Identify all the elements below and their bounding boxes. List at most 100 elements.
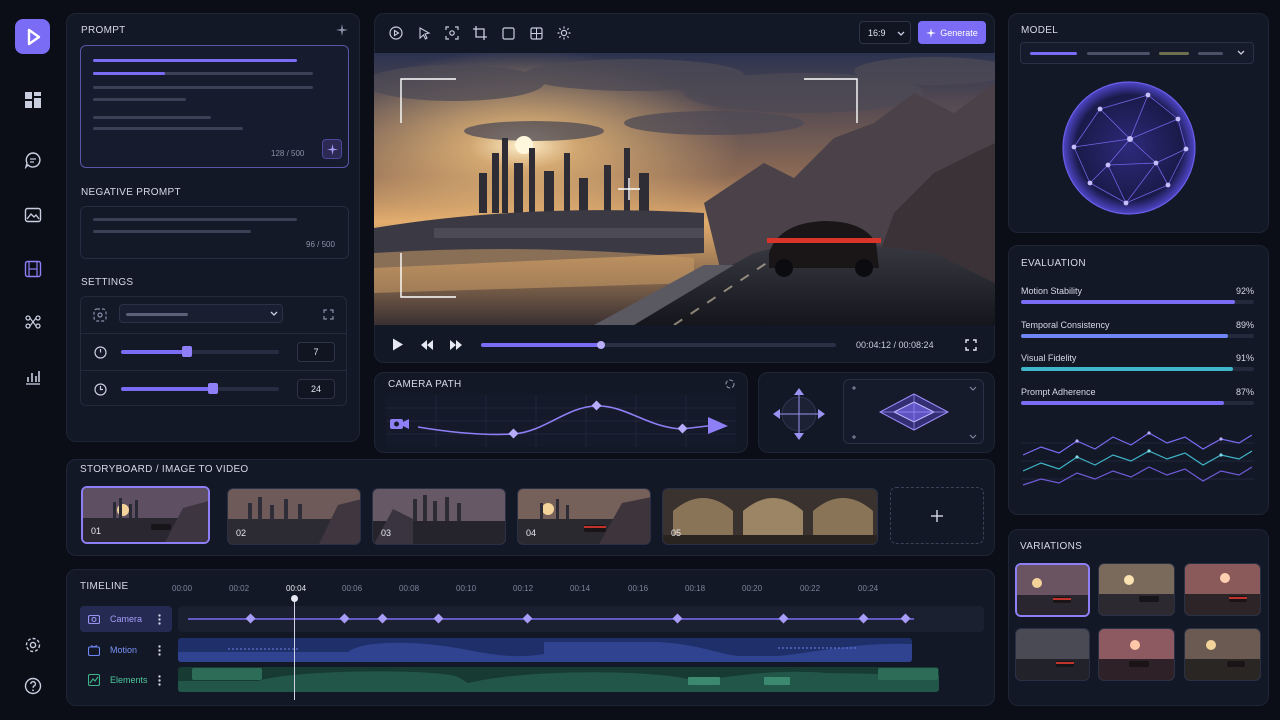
storyboard-frame[interactable]: 03: [372, 488, 506, 545]
motion-track-icon-wrap: [87, 643, 101, 657]
scrubber-handle[interactable]: [596, 341, 605, 349]
camera-path-curve: [386, 395, 736, 447]
aspect-ratio-value: 16:9: [868, 28, 886, 38]
duration-slider[interactable]: [121, 383, 279, 394]
guidance-slider[interactable]: [121, 346, 279, 357]
frame-number: 02: [236, 528, 247, 538]
guidance-slider-handle[interactable]: [182, 346, 193, 357]
rail-dashboard[interactable]: [22, 89, 44, 111]
aspect-ratio-select[interactable]: 16:9: [859, 21, 911, 44]
tool-grid[interactable]: [526, 23, 546, 43]
track-motion-menu[interactable]: [153, 643, 165, 657]
variation-thumbnail[interactable]: [1184, 563, 1261, 616]
metric-label: Temporal Consistency: [1021, 320, 1110, 330]
evaluation-sparklines: [1021, 425, 1254, 497]
guidance-value[interactable]: 7: [297, 342, 335, 362]
settings-expand-button[interactable]: [320, 306, 336, 322]
rail-image[interactable]: [22, 204, 44, 226]
camera-track[interactable]: [178, 606, 984, 632]
tool-select[interactable]: [414, 23, 434, 43]
settings-mode-icon: [91, 306, 109, 324]
elements-clips: [178, 668, 939, 692]
frame-thumbnail: [518, 489, 650, 544]
cursor-icon: [418, 26, 430, 40]
orbit-control[interactable]: [843, 379, 984, 444]
frame-number: 03: [381, 528, 392, 538]
motion-track[interactable]: [178, 638, 912, 662]
metric-bar: [1021, 334, 1254, 338]
variation-thumbnail[interactable]: [1098, 563, 1175, 616]
metric-label: Motion Stability: [1021, 286, 1083, 296]
expand-icon: [322, 308, 334, 320]
settings-icon: [25, 637, 41, 653]
variation-image: [1099, 564, 1174, 615]
settings-dropdown[interactable]: [119, 304, 283, 323]
frame-number: 04: [526, 528, 537, 538]
add-frame-button[interactable]: [890, 487, 984, 544]
storyboard-frame[interactable]: 05: [662, 488, 878, 545]
timeline-tick: 00:22: [800, 584, 821, 593]
timeline-tick: 00:14: [570, 584, 591, 593]
more-vertical-icon: [157, 644, 161, 656]
tool-focus[interactable]: [442, 23, 462, 43]
variation-thumbnail[interactable]: [1015, 563, 1090, 617]
forward-icon: [450, 340, 462, 350]
forward-button[interactable]: [448, 337, 464, 353]
rail-help[interactable]: [22, 675, 44, 697]
sparkle-button[interactable]: [334, 22, 350, 38]
track-camera-menu[interactable]: [153, 612, 165, 626]
duration-value[interactable]: 24: [297, 379, 335, 399]
track-label-elements: Elements: [110, 675, 148, 685]
track-elements-menu[interactable]: [153, 673, 165, 687]
rail-settings[interactable]: [22, 634, 44, 656]
camera-path-reset[interactable]: [723, 377, 737, 391]
model-select[interactable]: [1020, 42, 1254, 64]
sparkle-icon: [926, 27, 937, 38]
direction-pad[interactable]: [770, 385, 828, 443]
generate-button[interactable]: Generate: [918, 21, 986, 44]
tool-crop[interactable]: [470, 23, 490, 43]
timeline-tick: 00:12: [513, 584, 534, 593]
tool-light[interactable]: [554, 23, 574, 43]
rewind-icon: [421, 340, 433, 350]
frame-icon: [501, 26, 515, 40]
variation-thumbnail[interactable]: [1098, 628, 1175, 681]
fullscreen-icon: [965, 339, 977, 351]
rail-nodes[interactable]: [22, 311, 44, 333]
timeline-playhead[interactable]: [291, 595, 298, 700]
timeline-tick: 00:24: [858, 584, 879, 593]
camera-path-graph[interactable]: [386, 395, 736, 447]
app-logo[interactable]: [15, 19, 50, 54]
prompt-counter: 128 / 500: [271, 149, 305, 158]
rewind-button[interactable]: [419, 337, 435, 353]
fullscreen-button[interactable]: [963, 337, 979, 353]
play-icon: [393, 338, 403, 350]
timeline-tick: 00:16: [628, 584, 649, 593]
tool-frame[interactable]: [498, 23, 518, 43]
duration-slider-handle[interactable]: [207, 383, 218, 394]
prompt-input[interactable]: 128 / 500: [80, 45, 349, 168]
variation-thumbnail[interactable]: [1184, 628, 1261, 681]
playback-scrubber[interactable]: [481, 341, 836, 349]
metric-bar: [1021, 300, 1254, 304]
storyboard-frame[interactable]: 04: [517, 488, 651, 545]
variation-thumbnail[interactable]: [1015, 628, 1090, 681]
storyboard-frame[interactable]: 01: [81, 486, 210, 544]
timeline-tick: 00:10: [456, 584, 477, 593]
orbit-cube-icon: [852, 386, 977, 439]
play-button[interactable]: [389, 335, 407, 353]
tool-play[interactable]: [386, 23, 406, 43]
sparkline-chart: [1021, 431, 1254, 486]
elements-track[interactable]: [178, 667, 939, 692]
metric-value: 87%: [1235, 387, 1254, 397]
model-title: MODEL: [1021, 25, 1059, 36]
enhance-prompt-button[interactable]: [322, 139, 342, 159]
storyboard-frame[interactable]: 02: [227, 488, 361, 545]
negative-prompt-input[interactable]: 96 / 500: [80, 206, 349, 259]
rail-chat[interactable]: [22, 149, 44, 171]
rail-film[interactable]: [22, 258, 44, 280]
sun-icon: [557, 26, 571, 40]
rail-chart[interactable]: [22, 366, 44, 388]
video-preview[interactable]: [374, 53, 995, 325]
evaluation-title: EVALUATION: [1021, 258, 1086, 269]
